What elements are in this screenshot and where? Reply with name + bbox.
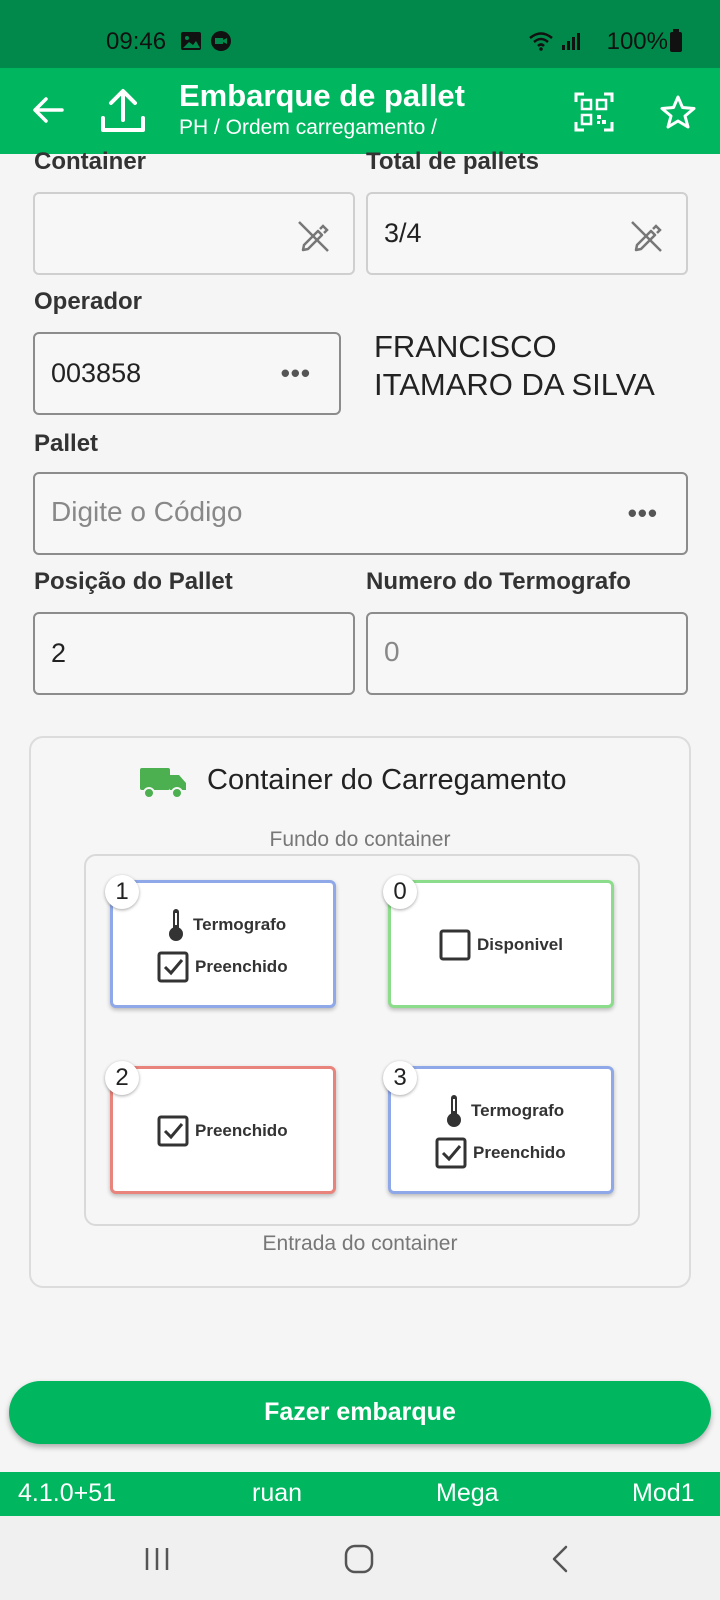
termografo-placeholder: 0 [384,636,400,667]
container-label: Container [34,148,147,175]
checkbox-checked-icon [157,951,189,983]
checkbox-checked-icon [157,1115,189,1147]
recent-apps-icon[interactable] [140,1542,174,1576]
slot-status: Preenchido [195,1121,288,1140]
slot-status: Preenchido [195,957,288,976]
termografo-label: Numero do Termografo [366,568,631,595]
container-back-label: Fundo do container [269,828,451,851]
battery-percent: 100% [606,28,668,55]
page-title: Embarque de pallet [179,78,465,113]
pallet-slot[interactable]: 3 Termografo Preenchido [383,1061,614,1194]
wifi-icon [529,32,553,51]
container-entrance-label: Entrada do container [262,1232,458,1255]
pallet-slot[interactable]: 2 Preenchido [105,1061,336,1194]
footer-module: Mod1 [632,1479,695,1507]
slot-status: Preenchido [473,1143,566,1162]
footer-bar: 4.1.0+51 ruan Mega Mod1 [0,1472,720,1516]
termografo-text: Termografo [193,915,287,934]
pallet-slot[interactable]: 1 Termografo Preenchido [105,875,336,1008]
posicao-value: 2 [51,638,67,668]
total-pallets-field[interactable]: 3/4 [366,192,688,275]
fazer-embarque-button[interactable]: Fazer embarque [9,1381,711,1444]
thermometer-icon [447,1095,461,1127]
checkbox-checked-icon [435,1137,467,1169]
home-icon[interactable] [342,1542,376,1576]
container-panel: Container do Carregamento Fundo do conta… [29,736,691,1288]
battery-icon [670,29,682,52]
upload-icon[interactable] [98,86,148,136]
system-back-icon[interactable] [544,1542,578,1576]
pallet-placeholder: Digite o Código [51,496,243,527]
signal-icon [562,33,580,50]
system-nav-bar [0,1516,720,1600]
panel-title: Container do Carregamento [207,764,567,796]
slot-number: 3 [383,1061,417,1095]
posicao-label: Posição do Pallet [34,568,233,595]
slot-number: 0 [383,875,417,909]
more-options-icon[interactable]: ••• [281,358,311,389]
truck-icon [140,768,186,799]
footer-user: ruan [252,1479,303,1507]
app-bar: Embarque de pallet PH / Ordem carregamen… [0,68,720,154]
pallet-label: Pallet [34,430,99,457]
thermometer-icon [169,909,183,941]
container-field[interactable] [33,192,355,275]
operador-name: FRANCISCO ITAMARO DA SILVA [374,329,655,402]
pallet-grid: 1 Termografo Preenchido 0 Disponivel 2 P… [84,854,640,1226]
qr-code-icon[interactable] [574,92,614,132]
pallet-slot[interactable]: 0 Disponivel [383,875,614,1008]
operador-value: 003858 [51,358,142,388]
status-bar: 09:46 100% [0,0,720,68]
slot-status: Disponivel [477,935,563,954]
more-options-icon[interactable]: ••• [628,498,658,529]
back-arrow-icon[interactable] [30,92,66,128]
termografo-text: Termografo [471,1101,565,1120]
posicao-input[interactable]: 2 [33,612,355,695]
gallery-icon [181,32,201,50]
total-pallets-value: 3/4 [384,218,422,248]
pallet-input[interactable]: Digite o Código ••• [33,472,688,555]
termografo-input[interactable]: 0 [366,612,688,695]
status-time: 09:46 [106,28,167,55]
operador-label: Operador [34,288,143,315]
star-icon[interactable] [660,94,696,130]
video-icon [211,31,231,51]
checkbox-empty-icon [439,929,471,961]
breadcrumb: PH / Ordem carregamento / [179,116,437,139]
edit-off-icon [631,221,662,252]
edit-off-icon [298,221,329,252]
app-version: 4.1.0+51 [18,1479,117,1507]
slot-number: 1 [105,875,139,909]
slot-number: 2 [105,1061,139,1095]
footer-company: Mega [436,1479,499,1507]
total-pallets-label: Total de pallets [366,148,539,175]
operador-field[interactable]: 003858 ••• [33,332,341,415]
